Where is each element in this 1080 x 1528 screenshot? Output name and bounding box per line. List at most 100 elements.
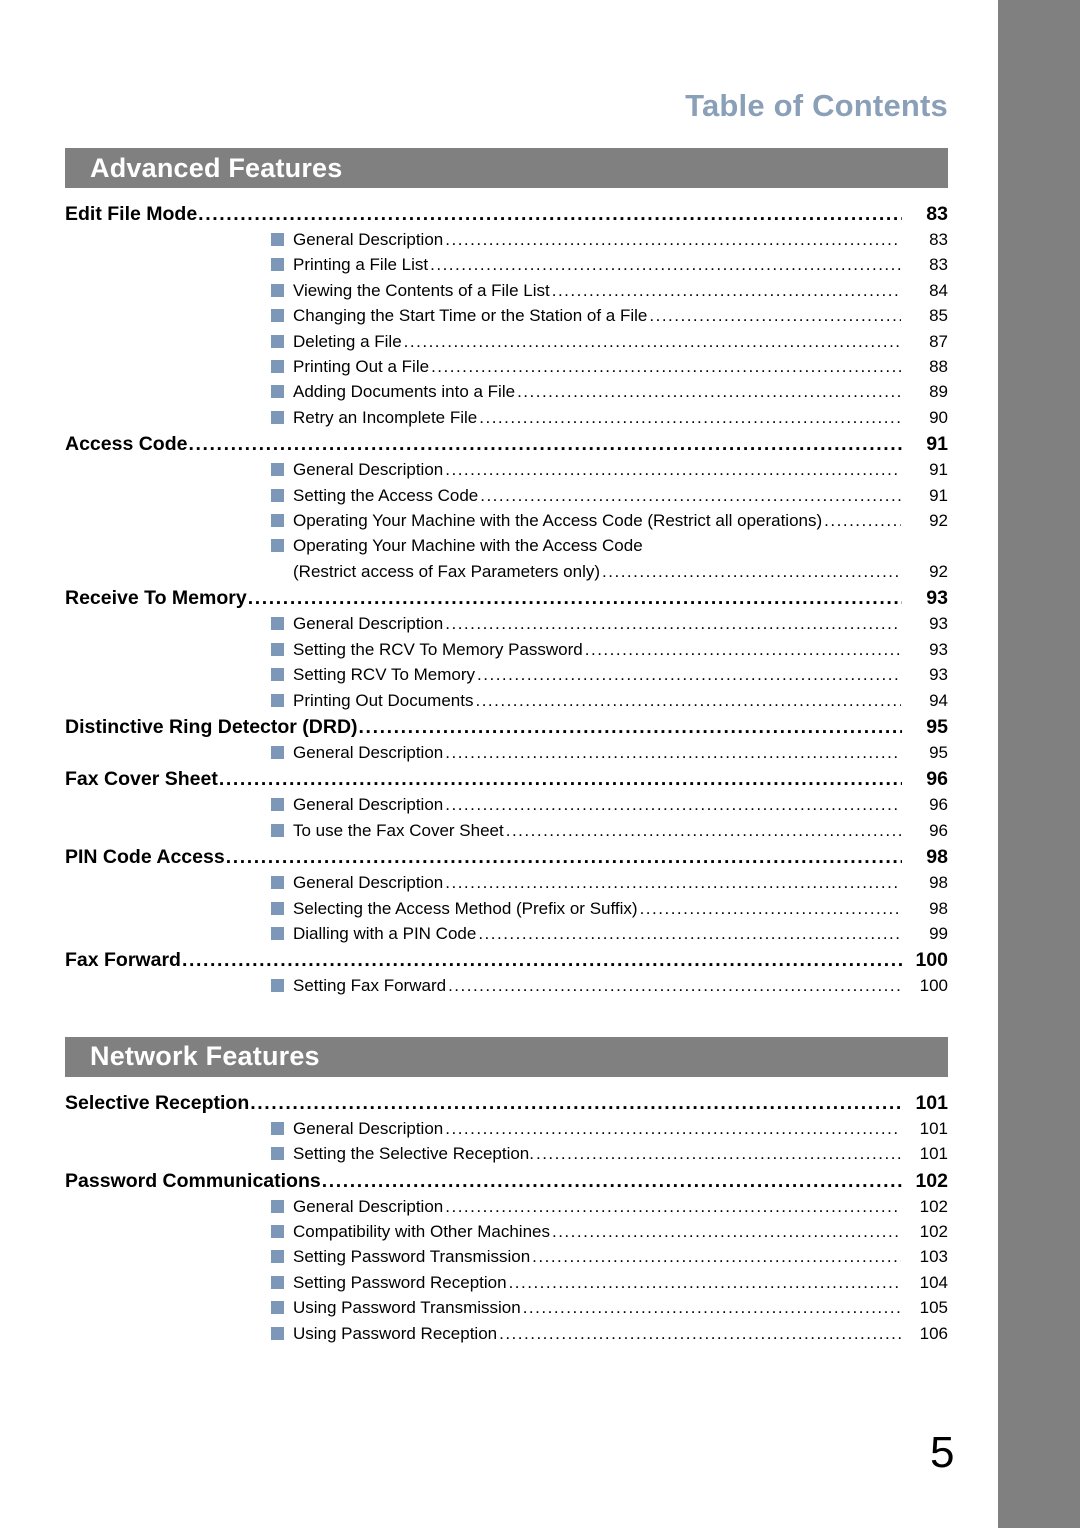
toc-entry-sub[interactable]: To use the Fax Cover Sheet..............… [271,818,948,843]
toc-entry-sub[interactable]: Using Password Transmission.............… [271,1295,948,1320]
toc-entry-main[interactable]: PIN Code Access.........................… [65,845,948,870]
toc-entry-label: General Description [293,614,444,634]
toc-entry-sub[interactable]: Printing Out Documents..................… [271,688,948,713]
dot-leader: ........................................… [477,665,901,685]
toc-entry-sub[interactable]: Printing a File List....................… [271,252,948,277]
dot-leader: ........................................… [321,1169,902,1192]
toc-entry-label: General Description [293,460,444,480]
square-bullet-icon [271,410,284,424]
dot-leader: ........................................… [250,1091,902,1114]
toc-entry-sub[interactable]: Selecting the Access Method (Prefix or S… [271,896,948,921]
toc-entry-sub[interactable]: General Description.....................… [271,870,948,895]
square-bullet-icon [271,334,284,348]
toc-entry-sub[interactable]: Setting Fax Forward.....................… [271,973,948,998]
toc-entry-page-number: 96 [926,768,948,791]
toc-entry-sub[interactable]: Dialling with a PIN Code................… [271,921,948,946]
toc-entry-page-number: 98 [926,846,948,869]
toc-entry-sub[interactable]: Setting the Selective Reception.........… [271,1141,948,1166]
toc-entry-label: Setting RCV To Memory [293,665,476,685]
toc-entry-label: Password Communications [65,1169,321,1192]
toc-entry-sub[interactable]: Setting Password Reception..............… [271,1270,948,1295]
toc-entry-sub[interactable]: Setting Password Transmission...........… [271,1244,948,1269]
toc-entry-sub[interactable]: Operating Your Machine with the Access C… [271,508,948,533]
square-bullet-icon [271,233,284,246]
toc-entry-page-number: 102 [919,1196,948,1216]
section-band: Network Features [65,1036,948,1077]
toc-entry-sub[interactable]: Setting RCV To Memory...................… [271,662,948,687]
toc-entry-page-number: 96 [929,795,948,815]
square-bullet-icon [271,1250,284,1264]
toc-entry-sub[interactable]: General Description.....................… [271,1194,948,1219]
toc-entry-sub[interactable]: Deleting a File.........................… [271,329,948,354]
dot-leader: ........................................… [448,976,901,996]
toc-entry-page-number: 95 [926,715,948,738]
square-bullet-icon [271,514,284,528]
dot-leader: ........................................… [445,230,901,249]
toc-entry-label: Edit File Mode [65,203,198,225]
square-bullet-icon [271,1121,284,1135]
toc-entry-sub[interactable]: Printing Out a File.....................… [271,354,948,379]
dot-leader: ........................................… [358,715,902,738]
square-bullet-icon [271,693,284,707]
toc-entry-main[interactable]: Distinctive Ring Detector (DRD).........… [65,715,948,740]
toc-entry-main[interactable]: Fax Cover Sheet.........................… [65,767,948,792]
toc-entry-sub[interactable]: General Description.....................… [271,611,948,636]
dot-leader: ........................................… [445,1196,901,1216]
toc-entry-main[interactable]: Selective Reception.....................… [65,1091,948,1116]
toc-entry-label: General Description [293,795,444,815]
toc-entry-label: Receive To Memory [65,587,247,610]
toc-entry-sub[interactable]: Setting the RCV To Memory Password......… [271,637,948,662]
toc-entry-page-number: 106 [919,1323,948,1343]
toc-entry-sub[interactable]: Adding Documents into a File............… [271,379,948,404]
toc-entry-sub[interactable]: General Description.....................… [271,1116,948,1141]
toc-entry-main[interactable]: Password Communications.................… [65,1169,948,1194]
section-band: Advanced Features [65,148,948,188]
page-title: Table of Contents [685,88,948,123]
square-bullet-icon [271,642,284,656]
toc-entry-page-number: 90 [929,407,948,427]
toc-entry-page-number: 105 [919,1298,948,1318]
toc-entry-page-number: 92 [929,511,948,531]
toc-entry-sub[interactable]: Changing the Start Time or the Station o… [271,303,948,328]
toc-entry-sub[interactable]: General Description.....................… [271,740,948,765]
toc-entry-label: Deleting a File [293,331,402,351]
toc-entry-label: General Description [293,1118,444,1138]
square-bullet-icon [271,979,284,993]
toc-entry-main[interactable]: Edit File Mode..........................… [65,202,948,227]
toc-entry-page-number: 93 [929,614,948,634]
toc-entry-sub[interactable]: Viewing the Contents of a File List.....… [271,278,948,303]
toc-entry-label: Distinctive Ring Detector (DRD) [65,715,358,738]
toc-entry-page-number: 101 [919,1118,948,1138]
toc-entry-sub[interactable]: Using Password Reception................… [271,1321,948,1346]
toc-entry-sub[interactable]: Operating Your Machine with the Access C… [271,533,948,584]
toc-entry-page-number: 95 [929,742,948,762]
toc-entry-main[interactable]: Access Code.............................… [65,432,948,457]
toc-entry-label: Changing the Start Time or the Station o… [293,306,648,326]
toc-entry-sub[interactable]: Compatibility with Other Machines.......… [271,1219,948,1244]
toc-entry-label: Dialling with a PIN Code [293,923,477,943]
toc-entry-main[interactable]: Fax Forward.............................… [65,948,948,973]
toc-entry-label: Printing Out Documents [293,690,474,710]
toc-entry-sub[interactable]: Retry an Incomplete File................… [271,405,948,430]
toc-entry-page-number: 91 [929,485,948,505]
toc-entry-sub[interactable]: General Description.....................… [271,457,948,482]
dot-leader: ........................................… [181,949,902,972]
toc-entry-label: Compatibility with Other Machines [293,1221,550,1241]
toc-entry-label: Setting the RCV To Memory Password [293,639,583,659]
toc-entry-label: Fax Cover Sheet [65,768,218,791]
dot-leader: ........................................… [602,561,901,581]
toc-entry-sub[interactable]: General Description.....................… [271,792,948,817]
dot-leader: ........................................… [499,1323,901,1343]
toc-entry-sub[interactable]: Setting the Access Code.................… [271,483,948,508]
toc-entry-label: Setting the Selective Reception. [293,1144,534,1164]
toc-entry-label: Selective Reception [65,1091,250,1114]
toc-entry-sub[interactable]: General Description.....................… [271,227,948,252]
toc-entry-page-number: 98 [929,898,948,918]
toc-entry-label: PIN Code Access [65,846,225,869]
toc-entry-label: Adding Documents into a File [293,382,516,402]
dot-leader: ........................................… [517,382,901,402]
dot-leader: ........................................… [188,433,902,456]
toc-entry-page-number: 93 [926,587,948,610]
toc-entry-page-number: 89 [929,382,948,402]
toc-entry-main[interactable]: Receive To Memory.......................… [65,586,948,611]
